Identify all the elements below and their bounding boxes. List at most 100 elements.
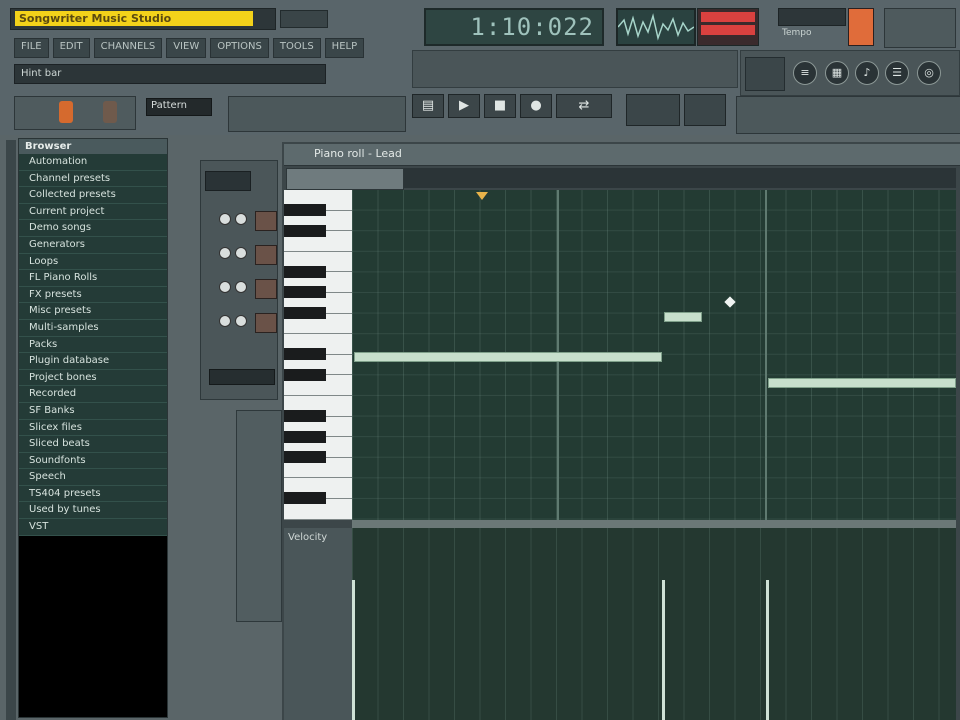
snap-icon[interactable] [745,57,785,91]
channel-name-field[interactable] [209,369,275,385]
channel-rack [200,160,278,400]
piano-roll-icon[interactable]: ♪ [855,61,879,85]
master-volume-knob[interactable] [59,101,73,123]
velocity-bar[interactable] [662,580,665,720]
panel-toggles [884,8,956,48]
step-seq-icon[interactable]: ▦ [825,61,849,85]
channel-volume-knob[interactable] [219,315,231,327]
browser-icon[interactable]: ☰ [885,61,909,85]
channel-volume-knob[interactable] [219,213,231,225]
channel-pan-knob[interactable] [235,213,247,225]
browser-item[interactable]: TS404 presets [19,486,167,503]
mixer-icon[interactable]: ◎ [917,61,941,85]
menu-edit[interactable]: EDIT [52,38,90,58]
info-panel [736,96,960,134]
note[interactable] [768,378,956,388]
note-grid[interactable] [352,190,956,520]
menu-options[interactable]: OPTIONS [210,38,269,58]
tempo-slider[interactable] [778,8,846,26]
browser-item[interactable]: Used by tunes [19,502,167,520]
event-editor-label[interactable]: Velocity [284,528,352,720]
browser-item[interactable]: Current project [19,204,167,221]
channel-button[interactable] [255,313,277,333]
browser-item[interactable]: Speech [19,469,167,486]
browser-item[interactable]: Generators [19,237,167,254]
browser-item[interactable]: Collected presets [19,187,167,204]
note[interactable] [664,312,702,322]
toolbar-area: Songwriter Music Studio FILE EDIT CHANNE… [0,0,960,135]
event-editor-divider[interactable] [352,520,956,528]
menu-file[interactable]: FILE [14,38,49,58]
tempo-value-box[interactable] [848,8,874,46]
black-key[interactable] [284,451,326,464]
channel-pan-knob[interactable] [235,281,247,293]
browser-item[interactable]: Plugin database [19,353,167,370]
window-controls[interactable] [280,10,328,28]
menu-channels[interactable]: CHANNELS [93,38,163,58]
browser-item[interactable]: Soundfonts [19,453,167,470]
velocity-bar[interactable] [352,580,355,720]
window-shortcuts: ≡ ▦ ♪ ☰ ◎ [740,50,960,96]
app-title: Songwriter Music Studio [15,11,253,26]
black-key[interactable] [284,410,326,422]
black-key[interactable] [284,224,326,237]
tempo-panel: Tempo [778,6,874,46]
black-key[interactable] [284,492,326,505]
channel-pan-knob[interactable] [235,247,247,259]
event-editor[interactable] [352,528,956,720]
song-mode-icon[interactable]: ▤ [412,94,444,118]
browser-item[interactable]: SF Banks [19,403,167,420]
channel-volume-knob[interactable] [219,281,231,293]
browser-scrollbar[interactable] [6,140,16,720]
channel-rack-header [205,171,251,191]
playlist-icon[interactable]: ≡ [793,61,817,85]
black-key[interactable] [284,265,326,278]
menu-view[interactable]: VIEW [166,38,207,58]
channel-pan-knob[interactable] [235,315,247,327]
black-key[interactable] [284,286,326,299]
black-key[interactable] [284,430,326,443]
channel-button[interactable] [255,211,277,231]
browser-item[interactable]: VST [19,519,167,536]
browser-item[interactable]: Demo songs [19,220,167,237]
browser-item[interactable]: FX presets [19,287,167,304]
master-pitch-knob[interactable] [103,101,117,123]
black-key[interactable] [284,348,326,361]
note[interactable] [354,352,662,362]
channel-button[interactable] [255,245,277,265]
velocity-bar[interactable] [766,580,769,720]
main-controls [14,96,136,130]
browser-item[interactable]: Slicex files [19,420,167,437]
browser-item[interactable]: Channel presets [19,171,167,188]
piano-roll-tools[interactable] [286,168,404,190]
app-title-bar: Songwriter Music Studio [10,8,276,30]
metronome-icon[interactable] [626,94,680,126]
channel-button[interactable] [255,279,277,299]
stop-icon[interactable]: ■ [484,94,516,118]
browser-item[interactable]: Sliced beats [19,436,167,453]
black-key[interactable] [284,204,326,216]
pattern-mode-icon[interactable]: ⇄ [556,94,612,118]
typing-keyboard-icon[interactable] [684,94,726,126]
black-key[interactable] [284,368,326,381]
browser-item[interactable]: Misc presets [19,303,167,320]
record-icon[interactable]: ● [520,94,552,118]
piano-keyboard[interactable] [284,190,352,520]
browser-item[interactable]: Recorded [19,386,167,403]
menu-tools[interactable]: TOOLS [272,38,321,58]
browser-item[interactable]: Packs [19,337,167,354]
piano-roll-title: Piano roll - Lead [284,144,960,166]
play-icon[interactable]: ▶ [448,94,480,118]
browser-item[interactable]: Multi-samples [19,320,167,337]
browser-item[interactable]: FL Piano Rolls [19,270,167,287]
browser-item[interactable]: Loops [19,254,167,271]
browser-item[interactable]: Automation [19,154,167,171]
pattern-selector[interactable]: Pattern [146,98,212,116]
song-position-bar[interactable] [412,50,738,88]
timeline-ruler[interactable] [404,168,956,188]
playhead-marker[interactable] [476,192,488,200]
browser-item[interactable]: Project bones [19,370,167,387]
black-key[interactable] [284,307,326,319]
channel-volume-knob[interactable] [219,247,231,259]
menu-help[interactable]: HELP [324,38,365,58]
